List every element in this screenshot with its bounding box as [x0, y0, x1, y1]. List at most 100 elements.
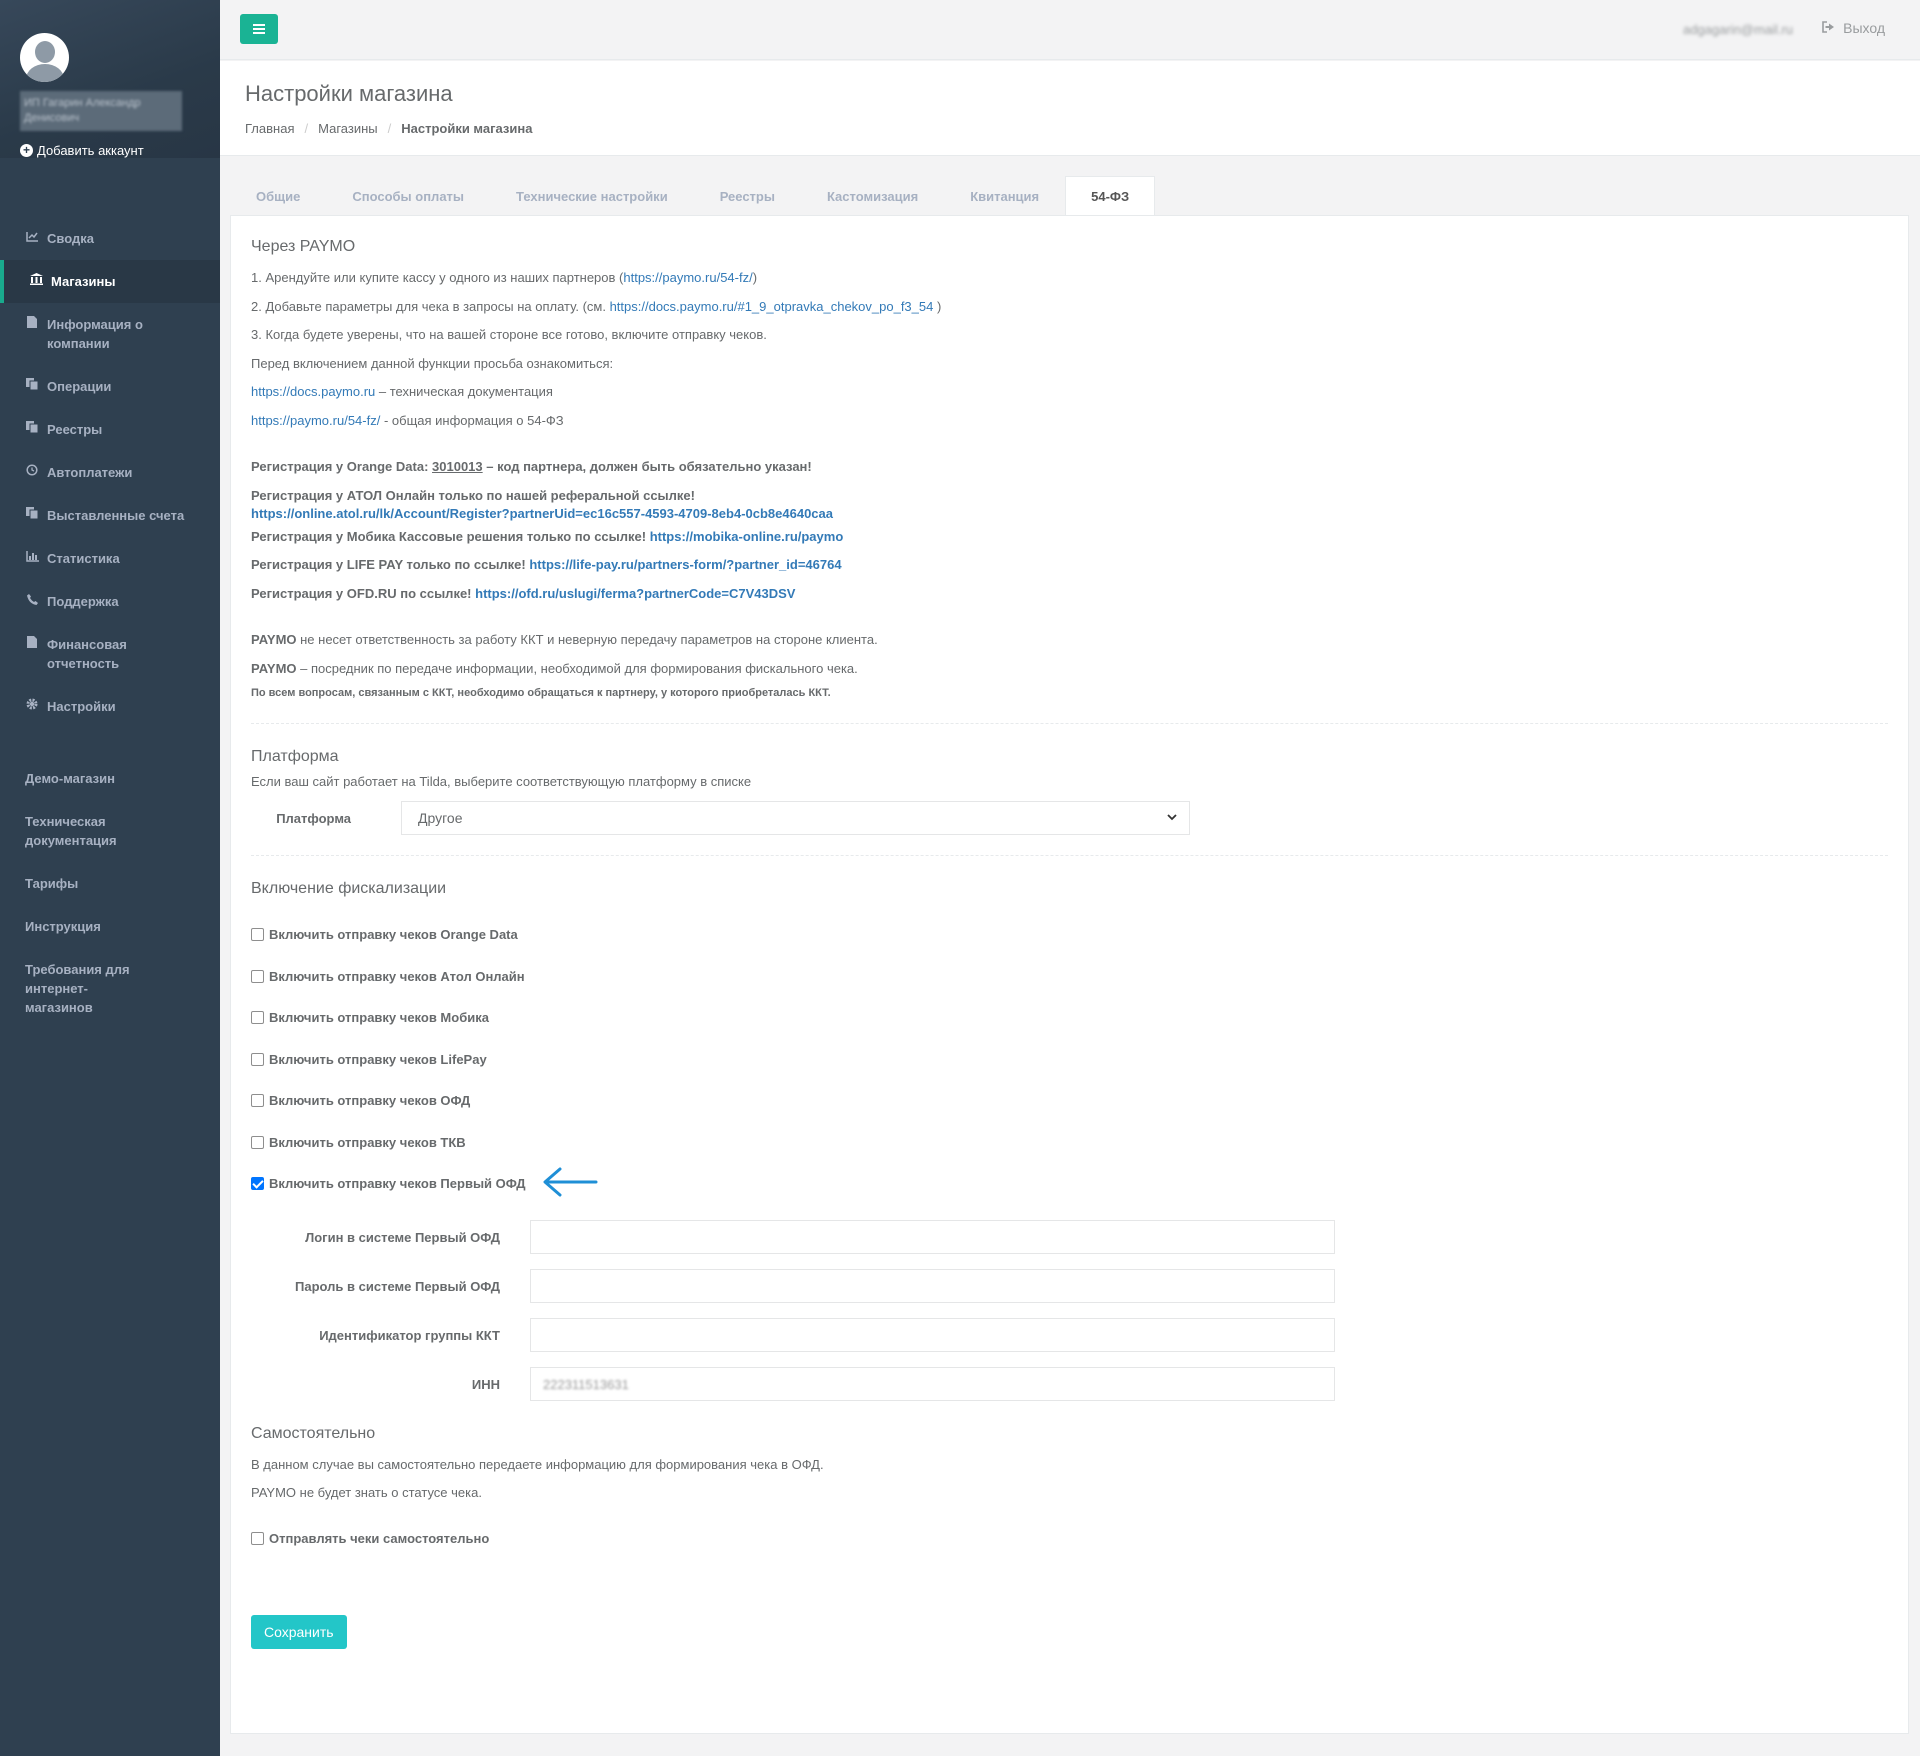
logout-label: Выход [1843, 20, 1885, 36]
sidebar-item-operations[interactable]: Операции [0, 365, 220, 408]
field-row-kkt-group: Идентификатор группы ККТ [251, 1311, 1888, 1360]
section-heading-self: Самостоятельно [251, 1424, 376, 1442]
settings-tabs: Общие Способы оплаты Технические настрой… [230, 176, 1156, 215]
disclaimer-2-brand: PAYMO [251, 660, 297, 676]
checkbox-tkv[interactable]: Включить отправку чеков ТКВ [251, 1122, 1888, 1164]
add-account-label: Добавить аккаунт [37, 143, 144, 158]
ofd-text: Регистрация у OFD.RU по ссылке! [251, 585, 476, 601]
section-heading-paymo: Через PAYMO [251, 238, 356, 255]
checkbox[interactable] [251, 1531, 264, 1545]
breadcrumb-home[interactable]: Главная [245, 121, 294, 136]
platform-select[interactable]: Другое [401, 801, 1190, 835]
atol-link[interactable]: https://online.atol.ru/lk/Account/Regist… [251, 506, 833, 521]
ofd-link[interactable]: https://ofd.ru/uslugi/ferma?partnerCode=… [475, 586, 795, 601]
sidebar-item-autopayments[interactable]: Автоплатежи [0, 451, 220, 494]
orange-data-partner-code: 3010013 [432, 459, 483, 474]
arrow-left-icon [540, 1165, 598, 1202]
atol-text: Регистрация у АТОЛ Онлайн только по наше… [251, 487, 695, 503]
platform-description: Если ваш сайт работает на Tilda, выберит… [251, 774, 752, 789]
info-54fz-link[interactable]: https://paymo.ru/54-fz/ [251, 413, 380, 428]
sidebar-item-company-info[interactable]: Информация о компании [0, 303, 220, 365]
lifepay-link[interactable]: https://life-pay.ru/partners-form/?partn… [529, 557, 841, 572]
tab-general[interactable]: Общие [230, 176, 326, 215]
orange-data-registration: Регистрация у Orange Data: 3010013 – код… [251, 453, 1888, 482]
docs-receipts-link[interactable]: https://docs.paymo.ru/#1_9_otpravka_chek… [610, 299, 934, 314]
sidebar-link-tariffs[interactable]: Тарифы [0, 862, 220, 905]
partners-link[interactable]: https://paymo.ru/54-fz/ [623, 270, 752, 285]
step-3: 3. Когда будете уверены, что на вашей ст… [251, 327, 767, 342]
platform-label: Платформа [276, 810, 351, 826]
kkt-group-input[interactable] [530, 1318, 1335, 1352]
tab-registries[interactable]: Реестры [694, 176, 801, 215]
sidebar-item-summary[interactable]: Сводка [0, 217, 220, 260]
sidebar-item-settings[interactable]: Настройки [0, 685, 220, 728]
sidebar-item-shops[interactable]: Магазины [0, 260, 220, 303]
gear-icon [25, 697, 39, 716]
checkbox[interactable] [251, 969, 264, 983]
breadcrumb-shops[interactable]: Магазины [318, 121, 378, 136]
menu-toggle-button[interactable] [240, 14, 278, 44]
disclaimer-1-text: не несет ответственность за работу ККТ и… [296, 632, 878, 647]
sidebar-item-label: Операции [47, 379, 112, 394]
history-icon [25, 463, 39, 482]
mobika-link[interactable]: https://mobika-online.ru/paymo [650, 529, 844, 544]
avatar[interactable] [20, 33, 69, 82]
sidebar-link-requirements[interactable]: Требования для интернет-магазинов [0, 948, 180, 1029]
checkbox-label: Включить отправку чеков Атол Онлайн [269, 968, 525, 984]
page-header: Настройки магазина Главная / Магазины / … [220, 61, 1920, 156]
checkbox-ofd[interactable]: Включить отправку чеков ОФД [251, 1080, 1888, 1122]
sidebar-item-label: Выставленные счета [47, 508, 185, 523]
sidebar-item-registries[interactable]: Реестры [0, 408, 220, 451]
orange-data-suffix: – код партнера, должен быть обязательно … [482, 459, 812, 474]
plus-circle-icon: + [20, 144, 33, 157]
checkbox-mobika[interactable]: Включить отправку чеков Мобика [251, 997, 1888, 1039]
checkbox-orange-data[interactable]: Включить отправку чеков Orange Data [251, 914, 1888, 956]
lifepay-text: Регистрация у LIFE PAY только по ссылке! [251, 557, 530, 572]
sidebar-links: Демо-магазин Техническая документация Та… [0, 757, 220, 1029]
disclaimer-2: PAYMO – посредник по передаче информации… [251, 655, 1888, 684]
sign-out-icon [1822, 20, 1835, 36]
checkbox[interactable] [251, 1135, 264, 1149]
sidebar-link-demo-shop[interactable]: Демо-магазин [0, 757, 220, 800]
tab-customization[interactable]: Кастомизация [801, 176, 944, 215]
password-input[interactable] [530, 1269, 1335, 1303]
tab-payment-methods[interactable]: Способы оплаты [326, 176, 490, 215]
tab-receipt[interactable]: Квитанция [944, 176, 1065, 215]
sidebar-item-support[interactable]: Поддержка [0, 580, 220, 623]
checkbox-label: Включить отправку чеков Orange Data [269, 927, 518, 943]
checkbox[interactable] [251, 928, 264, 942]
before-text: Перед включением данной функции просьба … [251, 355, 614, 371]
platform-selected-value: Другое [418, 810, 463, 826]
add-account-link[interactable]: + Добавить аккаунт [20, 143, 200, 158]
checkbox-self-send[interactable]: Отправлять чеки самостоятельно [251, 1518, 1888, 1560]
info-line-text: - общая информация о 54-ФЗ [380, 412, 564, 428]
phone-icon [25, 592, 39, 611]
checkbox[interactable] [251, 1094, 264, 1108]
lifepay-registration: Регистрация у LIFE PAY только по ссылке!… [251, 551, 1888, 580]
docs-line: https://docs.paymo.ru – техническая доку… [251, 378, 1888, 407]
tab-54fz[interactable]: 54-ФЗ [1065, 176, 1156, 215]
sidebar-item-label: Настройки [47, 699, 116, 714]
profile-name[interactable]: ИП Гагарин Александр Денисович [20, 91, 182, 131]
logout-link[interactable]: Выход [1822, 20, 1885, 36]
disclaimer-1: PAYMO не несет ответственность за работу… [251, 626, 1888, 655]
sidebar-link-tech-docs[interactable]: Техническая документация [0, 800, 130, 862]
checkbox[interactable] [251, 1011, 264, 1025]
docs-link[interactable]: https://docs.paymo.ru [251, 384, 375, 399]
chart-line-icon [25, 229, 39, 248]
checkbox-first-ofd[interactable]: Включить отправку чеков Первый ОФД [251, 1163, 1888, 1205]
checkbox-checked[interactable] [251, 1177, 264, 1191]
sidebar-item-statistics[interactable]: Статистика [0, 537, 220, 580]
sidebar-link-instruction[interactable]: Инструкция [0, 905, 220, 948]
sidebar-item-financial-reports[interactable]: Финансовая отчетность [0, 623, 220, 685]
save-button[interactable]: Сохранить [251, 1615, 347, 1649]
sidebar-item-invoices[interactable]: Выставленные счета [0, 494, 220, 537]
inn-input[interactable]: 222311513631 [530, 1367, 1335, 1401]
checkbox-atol[interactable]: Включить отправку чеков Атол Онлайн [251, 956, 1888, 998]
login-input[interactable] [530, 1220, 1335, 1254]
checkbox-lifepay[interactable]: Включить отправку чеков LifePay [251, 1039, 1888, 1081]
step-2: 2. Добавьте параметры для чека в запросы… [251, 293, 1888, 322]
tab-technical-settings[interactable]: Технические настройки [490, 176, 694, 215]
checkbox[interactable] [251, 1052, 264, 1066]
